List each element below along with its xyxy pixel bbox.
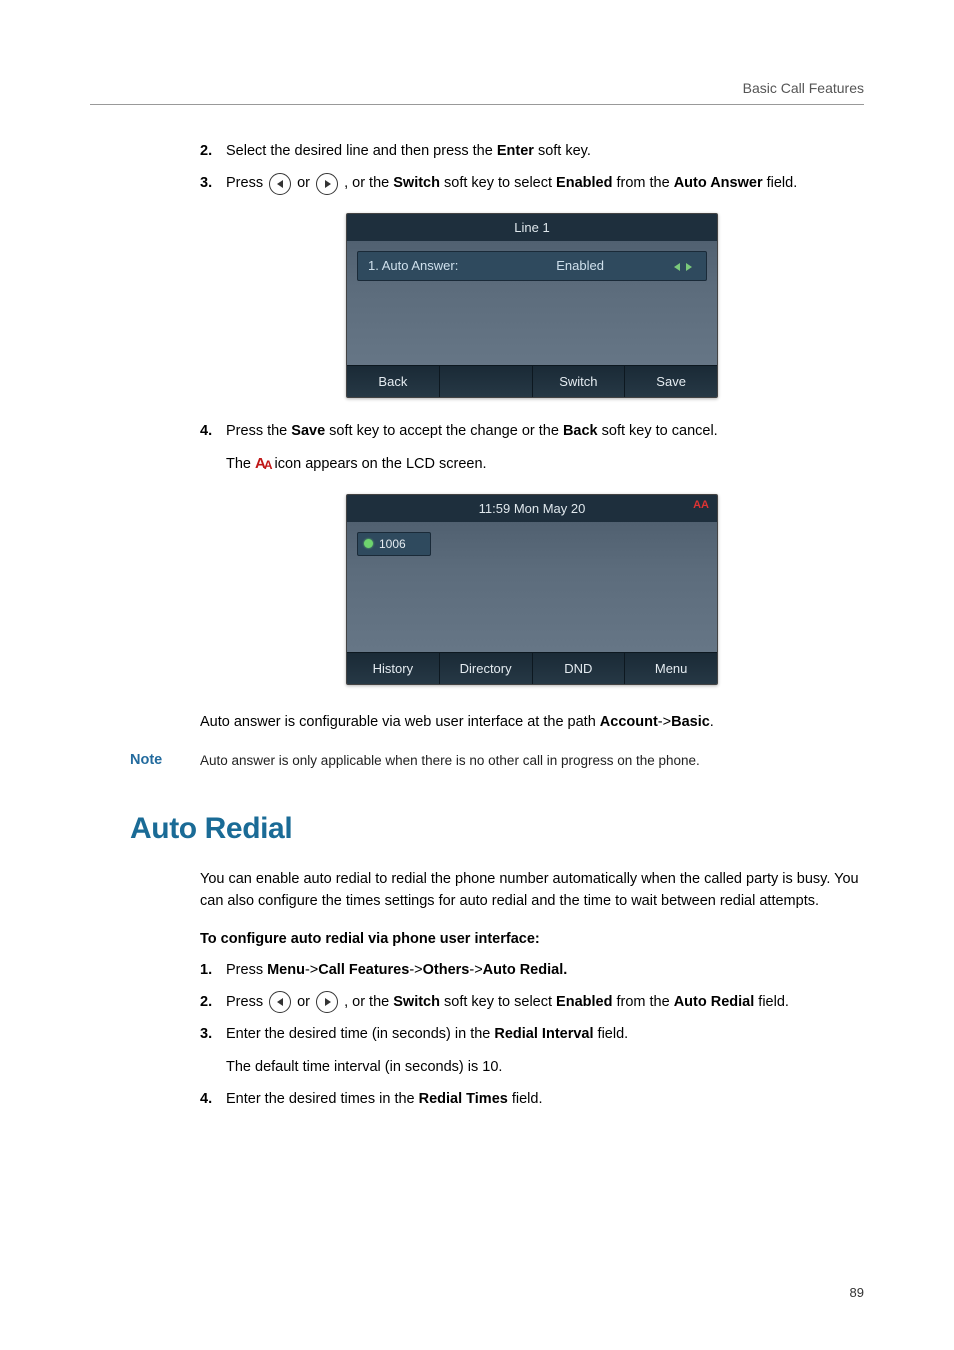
step-b3: 3. Enter the desired time (in seconds) i… — [200, 1023, 864, 1078]
page-header: Basic Call Features — [743, 80, 864, 96]
auto-answer-field: 1. Auto Answer: Enabled — [357, 251, 707, 281]
step-body: Enter the desired times in the Redial Ti… — [226, 1088, 864, 1110]
right-arrow-key-icon — [316, 991, 338, 1013]
softkey-switch: Switch — [533, 365, 626, 397]
web-path-paragraph: Auto answer is configurable via web user… — [200, 711, 864, 733]
step-number: 4. — [200, 420, 226, 476]
step-body: Press or , or the Switch soft key to sel… — [226, 991, 864, 1013]
step-number: 4. — [200, 1088, 226, 1110]
softkey-history: History — [347, 652, 440, 684]
field-value: Enabled — [504, 258, 656, 273]
lcd-topbar: 11:59 Mon May 20 AA — [347, 495, 717, 522]
note-text: Auto answer is only applicable when ther… — [200, 751, 700, 771]
auto-redial-intro: You can enable auto redial to redial the… — [200, 868, 864, 913]
lcd-softkeys: Back . Switch Save — [347, 365, 717, 397]
header-rule — [90, 104, 864, 105]
steps-auto-answer-continued: 2. Select the desired line and then pres… — [200, 140, 864, 195]
note-block: Note Auto answer is only applicable when… — [130, 751, 864, 771]
step-number: 3. — [200, 1023, 226, 1078]
step-number: 2. — [200, 140, 226, 162]
step-body: Select the desired line and then press t… — [226, 140, 864, 162]
auto-answer-icon: AA — [255, 452, 271, 475]
lcd-screenshot-idle: 11:59 Mon May 20 AA 1006 History Directo… — [346, 494, 718, 685]
step-4-list: 4. Press the Save soft key to accept the… — [200, 420, 864, 476]
line-status-dot-icon — [364, 539, 373, 548]
step-body: Press the Save soft key to accept the ch… — [226, 420, 864, 476]
lcd-screenshot-line1: Line 1 1. Auto Answer: Enabled Back . Sw… — [346, 213, 718, 398]
steps-auto-redial: 1. Press Menu->Call Features->Others->Au… — [200, 959, 864, 1111]
step-body: Press or , or the Switch soft key to sel… — [226, 172, 864, 194]
auto-answer-indicator-icon: AA — [693, 499, 709, 511]
step-4: 4. Press the Save soft key to accept the… — [200, 420, 864, 476]
softkey-menu: Menu — [625, 652, 717, 684]
note-label: Note — [130, 751, 200, 768]
step-number: 1. — [200, 959, 226, 981]
section-heading-auto-redial: Auto Redial — [130, 812, 864, 846]
step-b3-sub: The default time interval (in seconds) i… — [226, 1056, 864, 1078]
softkey-dnd: DND — [533, 652, 626, 684]
right-arrow-key-icon — [316, 173, 338, 195]
step-2: 2. Select the desired line and then pres… — [200, 140, 864, 162]
step-b2: 2. Press or , or the Switch soft key to … — [200, 991, 864, 1013]
step-number: 2. — [200, 991, 226, 1013]
step-number: 3. — [200, 172, 226, 194]
left-arrow-key-icon — [269, 991, 291, 1013]
field-arrows-icon — [656, 258, 706, 273]
step-b4: 4. Enter the desired times in the Redial… — [200, 1088, 864, 1110]
lcd-softkeys: History Directory DND Menu — [347, 652, 717, 684]
softkey-save: Save — [625, 365, 717, 397]
step-b1: 1. Press Menu->Call Features->Others->Au… — [200, 959, 864, 981]
line-extension: 1006 — [379, 537, 406, 551]
configure-subhead: To configure auto redial via phone user … — [200, 931, 864, 947]
lcd-time: 11:59 Mon May 20 — [479, 501, 586, 516]
page-number: 89 — [850, 1285, 864, 1300]
left-arrow-key-icon — [269, 173, 291, 195]
field-label: 1. Auto Answer: — [358, 258, 504, 273]
lcd-title: Line 1 — [347, 214, 717, 241]
softkey-back: Back — [347, 365, 440, 397]
step-body: Enter the desired time (in seconds) in t… — [226, 1023, 864, 1078]
line-key: 1006 — [357, 532, 431, 556]
softkey-blank: . — [440, 365, 533, 397]
softkey-directory: Directory — [440, 652, 533, 684]
step-body: Press Menu->Call Features->Others->Auto … — [226, 959, 864, 981]
step-3: 3. Press or , or the Switch soft key to … — [200, 172, 864, 194]
